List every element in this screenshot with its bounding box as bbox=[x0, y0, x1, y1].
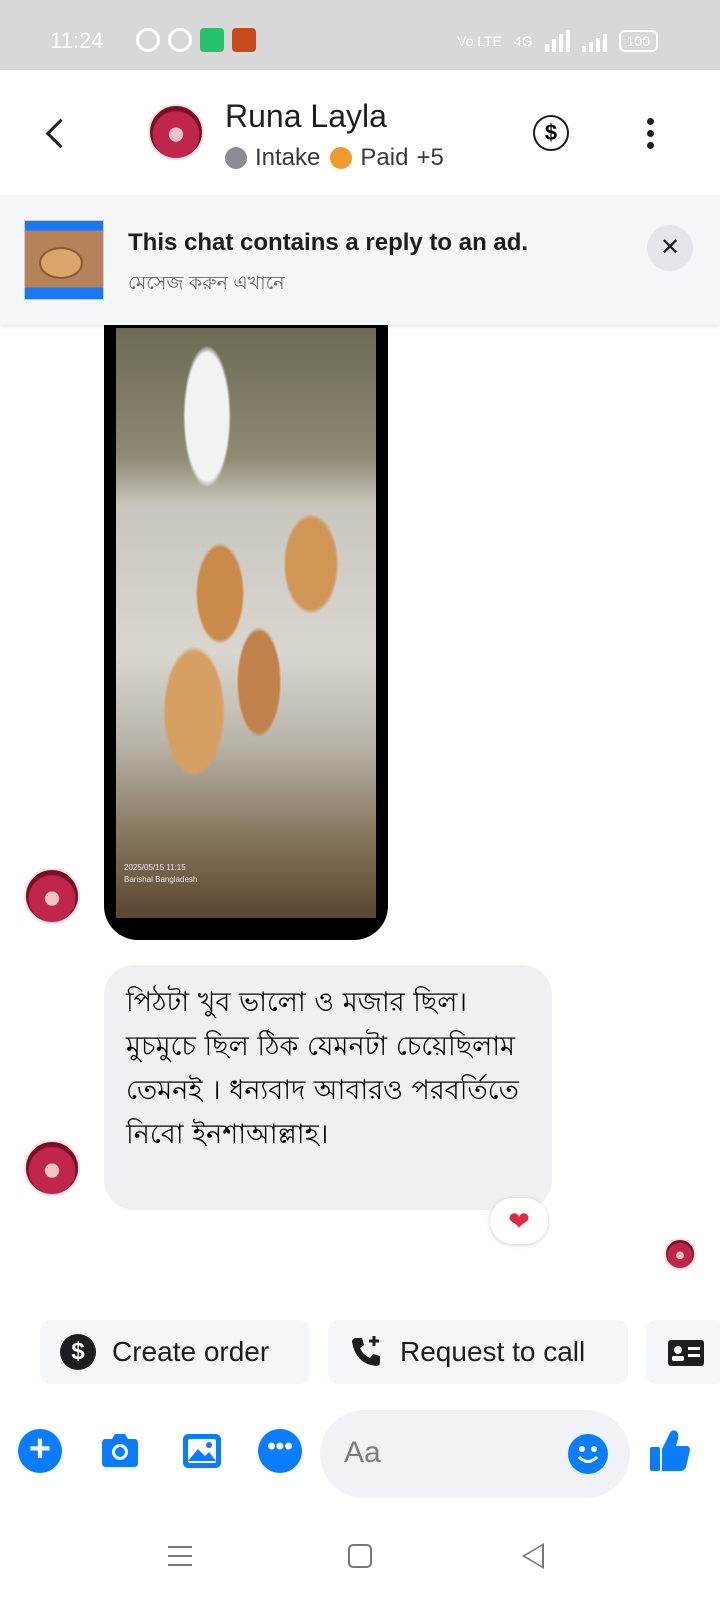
more-options-icon[interactable] bbox=[643, 118, 657, 154]
recent-apps-icon[interactable] bbox=[168, 1546, 192, 1566]
app-icon-2 bbox=[232, 28, 256, 52]
photo-date: 2025/05/15 11:15 bbox=[124, 863, 186, 872]
message-input[interactable]: Aa bbox=[320, 1410, 630, 1498]
intake-label-dot bbox=[225, 147, 247, 169]
battery-icon: 100 bbox=[618, 30, 658, 52]
heart-reaction-icon[interactable]: ❤ bbox=[490, 1198, 548, 1244]
request-call-button[interactable]: Request to call bbox=[328, 1320, 628, 1384]
food-photo bbox=[116, 328, 376, 918]
thumbs-up-icon[interactable] bbox=[648, 1427, 692, 1471]
ad-reply-banner[interactable]: This chat contains a reply to an ad. মেস… bbox=[0, 195, 720, 325]
home-icon[interactable] bbox=[348, 1544, 372, 1568]
dollar-icon: $ bbox=[60, 1334, 96, 1370]
sync-icon bbox=[168, 28, 192, 52]
sender-avatar[interactable] bbox=[24, 868, 80, 924]
close-icon[interactable]: ✕ bbox=[647, 225, 693, 271]
notification-icons bbox=[136, 28, 256, 52]
contact-avatar[interactable] bbox=[148, 104, 204, 160]
app-icon bbox=[200, 28, 224, 52]
ad-banner-title: This chat contains a reply to an ad. bbox=[128, 229, 529, 256]
text-message-bubble[interactable]: পিঠটা খুব ভালো ও মজার ছিল। মুচমুচে ছিল ঠ… bbox=[104, 965, 552, 1210]
contact-labels[interactable]: Intake Paid +5 bbox=[225, 144, 444, 172]
sender-avatar[interactable] bbox=[24, 1140, 80, 1196]
photo-message[interactable] bbox=[104, 300, 388, 940]
contact-card-button[interactable] bbox=[646, 1320, 720, 1384]
intake-label: Intake bbox=[255, 144, 321, 171]
more-labels-count: +5 bbox=[416, 144, 444, 171]
back-triangle-icon[interactable] bbox=[522, 1543, 544, 1569]
status-bar: 11:24 Vo LTE 4G 100 bbox=[0, 0, 720, 70]
quick-actions-bar: $ Create order Request to call bbox=[0, 1320, 720, 1386]
chat-bubble-icon[interactable]: ••• bbox=[258, 1429, 302, 1473]
camera-icon[interactable] bbox=[98, 1429, 142, 1473]
emoji-icon[interactable] bbox=[568, 1434, 608, 1474]
back-button[interactable] bbox=[40, 115, 70, 155]
ad-thumbnail bbox=[24, 220, 104, 300]
photo-location: Barishal Bangladesh bbox=[124, 875, 198, 884]
chat-header: Runa Layla Intake Paid +5 $ bbox=[0, 70, 720, 195]
messenger-icon bbox=[136, 28, 160, 52]
create-order-button[interactable]: $ Create order bbox=[40, 1320, 310, 1384]
signal-icon bbox=[544, 30, 570, 52]
ad-banner-subtitle: মেসেজ করুন এখানে bbox=[128, 273, 285, 294]
network-type: 4G bbox=[513, 33, 533, 49]
contact-card-icon bbox=[666, 1334, 704, 1370]
contact-name[interactable]: Runa Layla bbox=[225, 98, 387, 135]
message-composer: + ••• Aa bbox=[0, 1405, 720, 1505]
status-right: Vo LTE 4G 100 bbox=[457, 30, 658, 52]
system-navigation-bar bbox=[0, 1510, 720, 1600]
message-placeholder: Aa bbox=[344, 1436, 381, 1469]
paid-label: Paid bbox=[360, 144, 409, 171]
phone-plus-icon bbox=[348, 1334, 384, 1370]
volte-label: Vo LTE bbox=[457, 33, 502, 49]
paid-label-dot bbox=[330, 147, 353, 169]
gallery-icon[interactable] bbox=[180, 1429, 224, 1473]
seen-avatar bbox=[664, 1238, 696, 1270]
photo-timestamp: 2025/05/15 11:15 Barishal Bangladesh bbox=[124, 862, 197, 886]
status-time: 11:24 bbox=[50, 28, 104, 53]
signal-icon-2 bbox=[581, 30, 607, 52]
request-call-label: Request to call bbox=[400, 1336, 586, 1367]
create-order-label: Create order bbox=[112, 1336, 270, 1367]
dollar-icon[interactable]: $ bbox=[533, 115, 569, 151]
plus-icon[interactable]: + bbox=[18, 1429, 62, 1473]
